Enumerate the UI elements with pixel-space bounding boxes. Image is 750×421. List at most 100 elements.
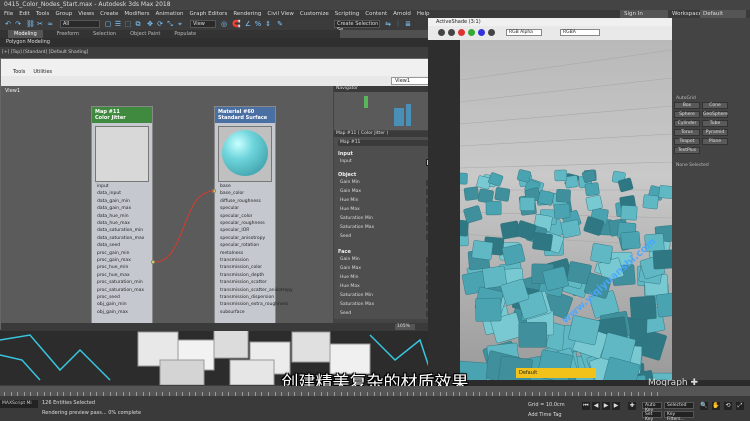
standard-surface-node-header[interactable]: Material #60 Standard Surface [215, 107, 275, 123]
slate-title-bar[interactable]: – ☐ ✕ [1, 59, 466, 68]
node-slot[interactable]: proc_gain_min [97, 250, 130, 257]
green-channel-icon[interactable] [468, 29, 475, 36]
unlink-icon[interactable]: ✂ [36, 20, 44, 28]
node-slot[interactable]: data_hue_min [97, 213, 129, 220]
rotate-icon[interactable]: ⟳ [156, 20, 164, 28]
cylinder-button[interactable]: Cylinder [674, 120, 700, 127]
tab-populate[interactable]: Populate [174, 30, 196, 38]
next-frame-icon[interactable]: ▶ [612, 402, 620, 410]
angle-snap-icon[interactable]: ∠ [244, 20, 252, 28]
node-slot[interactable]: specular_anisotropy [220, 235, 265, 242]
teapot-button[interactable]: Teapot [674, 138, 700, 145]
menu-arnold[interactable]: Arnold [393, 10, 411, 18]
menu-tools[interactable]: Tools [36, 10, 50, 18]
node-slot[interactable]: data_gain_max [97, 205, 131, 212]
node-slot[interactable]: proc_gain_max [97, 257, 131, 264]
node-slot[interactable]: obj_gain_min [97, 301, 127, 308]
menu-modifiers[interactable]: Modifiers [124, 10, 149, 18]
render-region-icon[interactable] [438, 29, 445, 36]
standard-surface-node[interactable]: Material #60 Standard Surface base base_… [214, 106, 293, 330]
node-view[interactable]: View1 Map #11 Color Jitter input data_in… [1, 86, 333, 330]
view-tab[interactable]: View1 [391, 77, 433, 85]
selection-filter[interactable]: All [60, 20, 100, 28]
node-slot[interactable]: specular_roughness [220, 220, 265, 227]
color-jitter-node-header[interactable]: Map #11 Color Jitter [92, 107, 152, 123]
activeshade-title[interactable]: ActiveShade (3:1) [428, 18, 672, 26]
cone-button[interactable]: Cone [702, 102, 728, 109]
pyramid-button[interactable]: Pyramid [702, 129, 728, 136]
layer-icon[interactable]: ≣ [404, 20, 412, 28]
selected-select[interactable]: Selected [664, 402, 694, 409]
textplus-button[interactable]: TextPlus [674, 147, 700, 154]
node-slot[interactable]: proc_saturation_min [97, 279, 143, 286]
menu-file[interactable]: File [4, 10, 13, 18]
tab-object-paint[interactable]: Object Paint [130, 30, 160, 38]
menu-content[interactable]: Content [365, 10, 387, 18]
workspace-select[interactable]: Default [700, 10, 746, 18]
zoom-select[interactable]: 105% [395, 324, 415, 330]
node-slot[interactable]: specular_rotation [220, 242, 259, 249]
tab-freeform[interactable]: Freeform [57, 30, 79, 38]
node-slot[interactable]: transmission_scatter [220, 279, 267, 286]
undo-icon[interactable]: ↶ [4, 20, 12, 28]
node-slot[interactable]: specular_color [220, 213, 252, 220]
red-channel-icon[interactable] [458, 29, 465, 36]
slate-menu-utilities[interactable]: Utilities [33, 68, 52, 76]
tab-selection[interactable]: Selection [93, 30, 116, 38]
menu-customize[interactable]: Customize [300, 10, 329, 18]
polygon-modeling-panel[interactable]: Polygon Modeling [0, 38, 430, 47]
node-slot[interactable]: base [220, 183, 231, 190]
sphere-button[interactable]: Sphere [674, 111, 700, 118]
base-color-input-port[interactable] [212, 189, 216, 193]
box-button[interactable]: Box [674, 102, 700, 109]
alpha-icon[interactable] [488, 29, 495, 36]
node-slot[interactable]: data_hue_max [97, 220, 130, 227]
set-key-button[interactable]: Set Key [642, 411, 662, 421]
orbit-icon[interactable]: ⟲ [724, 402, 732, 410]
zoom-icon[interactable]: 🔍 [700, 402, 708, 410]
window-crossing-icon[interactable]: ⧉ [134, 20, 142, 28]
mirror-icon[interactable]: ⇋ [384, 20, 392, 28]
channel-select[interactable]: RGB Alpha [506, 29, 542, 36]
menu-create[interactable]: Create [100, 10, 118, 18]
select-icon[interactable]: ▢ [104, 20, 112, 28]
node-slot[interactable]: proc_hue_min [97, 264, 128, 271]
maximize-viewport-icon[interactable]: ⤢ [736, 402, 744, 410]
region-icon[interactable]: ⬚ [124, 20, 132, 28]
geosphere-button[interactable]: GeoSphere [702, 111, 728, 118]
display-select[interactable]: RGBA [560, 29, 600, 36]
add-time-tag[interactable]: Add Time Tag [528, 412, 562, 418]
menu-help[interactable]: Help [417, 10, 430, 18]
color-jitter-node[interactable]: Map #11 Color Jitter input data_input da… [91, 106, 153, 330]
reference-coordinate-select[interactable]: View [190, 20, 216, 28]
menu-views[interactable]: Views [78, 10, 94, 18]
maxscript-listener[interactable]: MAXScript Mi [0, 400, 38, 408]
node-slot[interactable]: diffuse_roughness [220, 198, 261, 205]
plane-button[interactable]: Plane [702, 138, 728, 145]
node-slot[interactable]: transmission_extra_roughness [220, 301, 288, 308]
sign-in-button[interactable]: Sign In [620, 10, 668, 18]
node-slot[interactable]: base_color [220, 190, 244, 197]
torus-button[interactable]: Torus [674, 129, 700, 136]
play-icon[interactable]: ▶ [602, 402, 610, 410]
node-slot[interactable]: specular [220, 205, 239, 212]
menu-graph-editors[interactable]: Graph Editors [190, 10, 228, 18]
node-slot[interactable]: data_input [97, 190, 121, 197]
bind-icon[interactable]: ≈ [46, 20, 54, 28]
autogrid-label[interactable]: AutoGrid [676, 96, 696, 101]
place-icon[interactable]: ⌖ [176, 20, 184, 28]
blue-channel-icon[interactable] [478, 29, 485, 36]
go-to-start-icon[interactable]: ⏮ [582, 402, 590, 410]
object-section-header[interactable]: Object [338, 172, 356, 178]
node-slot[interactable]: data_saturation_min [97, 227, 143, 234]
menu-edit[interactable]: Edit [19, 10, 30, 18]
save-image-icon[interactable] [448, 29, 455, 36]
scale-icon[interactable]: ⤡ [166, 20, 174, 28]
slate-menu-tools[interactable]: Tools [13, 68, 25, 76]
link-icon[interactable]: ⛓ [26, 20, 35, 28]
pivot-icon[interactable]: ◎ [220, 20, 228, 28]
node-slot[interactable]: input [97, 183, 109, 190]
node-slot[interactable]: data_saturation_max [97, 235, 144, 242]
prev-frame-icon[interactable]: ◀ [592, 402, 600, 410]
node-slot[interactable]: specular_IOR [220, 227, 249, 234]
